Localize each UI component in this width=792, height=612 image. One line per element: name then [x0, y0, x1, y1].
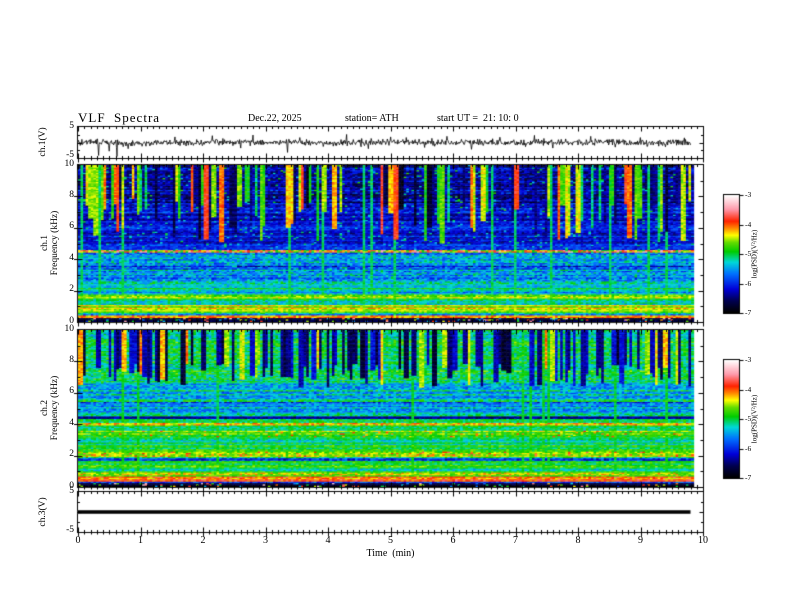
ch1-spec-ytick-label: 6	[50, 222, 74, 232]
ch1-spec-ylabel: ch.1 Frequency (kHz)	[40, 211, 60, 276]
colorbar-ch2-label: log(PSD)(V²/Hz)	[751, 395, 758, 443]
ch3-wave-ylabel: ch.3(V)	[39, 497, 49, 526]
x-tick-label: 1	[130, 536, 152, 547]
ch2-spec-ytick-label: 6	[50, 387, 74, 397]
x-tick-label: 7	[505, 536, 527, 547]
x-tick-label: 3	[255, 536, 277, 547]
ch2-spec-ytick-label: 8	[50, 356, 74, 366]
colorbar-ch2-tick-label: -4	[745, 386, 751, 394]
x-tick-label: 10	[692, 536, 714, 547]
ch1-spec-ytick-label: 2	[50, 285, 74, 295]
header-start-ut: start UT = 21: 10: 0	[437, 114, 519, 125]
ch2-spec-ytick-label: 4	[50, 419, 74, 429]
x-tick-label: 9	[630, 536, 652, 547]
axes-ticks-canvas	[0, 0, 792, 612]
x-axis-label: Time (min)	[78, 549, 703, 560]
ch2-spec-ylabel: ch.2 Frequency (kHz)	[40, 376, 60, 441]
vlf-spectra-figure: VLF Spectra Dec.22, 2025 station= ATH st…	[0, 0, 792, 612]
colorbar-ch1-tick-label: -4	[745, 221, 751, 229]
ch1-wave-ylabel: ch.1(V)	[39, 127, 49, 156]
x-tick-label: 8	[567, 536, 589, 547]
header-station: station= ATH	[345, 114, 399, 125]
ch1-spec-ylabel-line1: ch.1	[40, 211, 50, 276]
x-tick-label: 5	[380, 536, 402, 547]
header-date: Dec.22, 2025	[248, 114, 302, 125]
ch1-spec-ytick-label: 10	[50, 160, 74, 170]
x-tick-label: 4	[317, 536, 339, 547]
x-tick-label: 6	[442, 536, 464, 547]
colorbar-ch2-tick-label: -5	[745, 415, 751, 423]
ch1-spec-ytick-label: 4	[50, 254, 74, 264]
x-tick-label: 2	[192, 536, 214, 547]
page-title: VLF Spectra	[78, 111, 160, 125]
colorbar-ch1-tick-label: -3	[745, 191, 751, 199]
ch2-spec-ytick-label: 2	[50, 450, 74, 460]
ch1-wave-ytick-top: 5	[56, 122, 74, 132]
colorbar-ch2-tick-label: -6	[745, 445, 751, 453]
ch2-spec-ylabel-line2: Frequency (kHz)	[50, 376, 60, 441]
colorbar-ch2-tick-label: -3	[745, 356, 751, 364]
ch3-wave-ytick-bottom: -5	[56, 526, 74, 536]
ch2-spec-ylabel-line1: ch.2	[40, 376, 50, 441]
colorbar-ch1-tick-label: -7	[745, 309, 751, 317]
colorbar-ch2-tick-label: -7	[745, 474, 751, 482]
ch2-spec-ytick-label: 0	[50, 482, 74, 492]
colorbar-ch1-tick-label: -5	[745, 250, 751, 258]
ch2-spec-ytick-label: 10	[50, 325, 74, 335]
ch1-spec-ytick-label: 8	[50, 191, 74, 201]
x-tick-label: 0	[67, 536, 89, 547]
colorbar-ch1-label: log(PSD)(V²/Hz)	[751, 230, 758, 278]
colorbar-ch1-tick-label: -6	[745, 280, 751, 288]
ch1-spec-ylabel-line2: Frequency (kHz)	[50, 211, 60, 276]
